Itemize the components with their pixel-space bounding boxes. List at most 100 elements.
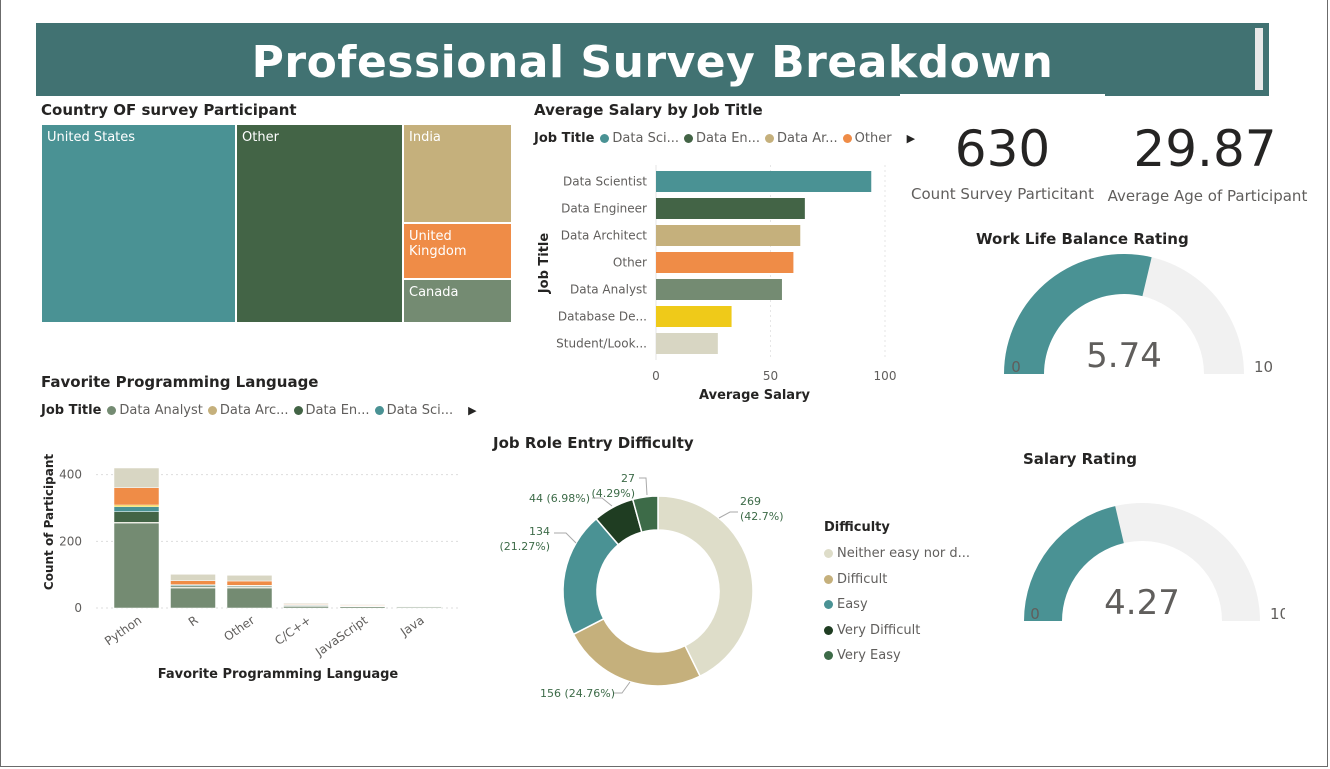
salary-chart-title: Average Salary by Job Title bbox=[534, 101, 763, 119]
legend-dot bbox=[824, 651, 833, 661]
legend-label: Data En... bbox=[305, 403, 370, 418]
treemap-tile-united-states[interactable]: United States bbox=[41, 124, 236, 323]
leader-line bbox=[614, 681, 631, 694]
salary-bar bbox=[656, 279, 782, 300]
difficulty-legend: Difficulty Neither easy nor d... Difficu… bbox=[824, 520, 970, 669]
treemap-tile-united-kingdom[interactable]: United Kingdom bbox=[403, 223, 512, 279]
tile-label: Canada bbox=[409, 285, 459, 300]
salary-legend: Job Title Data Sci... Data En... Data Ar… bbox=[534, 131, 915, 146]
age-kpi-value: 29.87 bbox=[1133, 120, 1277, 178]
legend-title: Job Title bbox=[41, 403, 102, 418]
legend-next-arrow-icon[interactable]: ▶ bbox=[907, 132, 915, 145]
legend-label: Data Analyst bbox=[119, 403, 203, 418]
legend-item[interactable]: Neither easy nor d... bbox=[824, 541, 970, 567]
legend-item[interactable]: Data Ar... bbox=[765, 131, 838, 146]
stacked-bar-segment bbox=[113, 506, 160, 512]
legend-label: Neither easy nor d... bbox=[837, 546, 971, 562]
treemap-tile-canada[interactable]: Canada bbox=[403, 279, 512, 323]
legend-item[interactable]: Difficult bbox=[824, 567, 970, 593]
legend-item[interactable]: Data Sci... bbox=[600, 131, 679, 146]
stacked-bar-segment bbox=[113, 487, 160, 506]
legend-dot bbox=[824, 549, 833, 559]
legend-label: Easy bbox=[837, 597, 868, 613]
stacked-bar-segment bbox=[226, 587, 273, 609]
gauge-value: 5.74 bbox=[1086, 336, 1162, 376]
legend-item[interactable]: Data Analyst bbox=[107, 403, 203, 418]
category-label: Data Engineer bbox=[561, 202, 647, 216]
tile-label: United Kingdom bbox=[409, 229, 467, 259]
legend-label: Very Difficult bbox=[837, 622, 921, 638]
stacked-bar-segment bbox=[170, 587, 216, 609]
category-label: Data Analyst bbox=[570, 283, 647, 297]
legend-item[interactable]: Data Sci... bbox=[374, 403, 454, 418]
language-stacked-bar-chart: 0 200 400 Python R Other C/C++ JavaScript Java Fa… bbox=[42, 454, 461, 682]
leader-line bbox=[554, 532, 577, 544]
legend-dot bbox=[824, 625, 833, 635]
legend-dot bbox=[824, 600, 833, 610]
x-tick-label: 50 bbox=[763, 369, 778, 383]
legend-item[interactable]: Data En... bbox=[293, 403, 370, 418]
count-kpi-value: 630 bbox=[954, 120, 1051, 178]
legend-label: Data En... bbox=[696, 131, 761, 146]
legend-dot bbox=[600, 134, 610, 143]
y-tick-label: 200 bbox=[59, 534, 82, 548]
legend-label: Data Sci... bbox=[612, 131, 680, 146]
legend-item[interactable]: Very Easy bbox=[824, 643, 970, 669]
legend-dot bbox=[684, 134, 694, 143]
legend-dot bbox=[293, 406, 303, 415]
gauge-min-label: 0 bbox=[1030, 605, 1040, 623]
category-label: Data Architect bbox=[561, 229, 648, 243]
data-label: 134 bbox=[529, 525, 550, 538]
data-label: 27 bbox=[621, 472, 635, 485]
leader-line bbox=[639, 477, 648, 496]
banner-scrollbar[interactable] bbox=[1255, 28, 1263, 90]
salary-bar bbox=[656, 198, 805, 219]
stacked-bar-segment bbox=[113, 511, 160, 523]
legend-title: Job Title bbox=[534, 131, 595, 146]
donut-slice bbox=[572, 617, 702, 687]
treemap-tile-other[interactable]: Other bbox=[236, 124, 403, 323]
x-tick-label: C/C++ bbox=[272, 613, 314, 648]
x-tick-label: JavaScript bbox=[312, 613, 370, 660]
legend-label: Difficult bbox=[837, 571, 888, 587]
x-tick-label: Java bbox=[397, 613, 427, 640]
salary-bar bbox=[656, 171, 872, 192]
legend-label: Data Sci... bbox=[386, 403, 454, 418]
category-label: Database De... bbox=[558, 310, 647, 324]
donut-slice bbox=[657, 495, 754, 678]
legend-next-arrow-icon[interactable]: ▶ bbox=[468, 404, 476, 417]
wlb-gauge: 5.74 0 10 bbox=[1004, 254, 1273, 376]
legend-dot bbox=[107, 406, 117, 415]
data-label: 269 bbox=[740, 495, 761, 508]
leader-line bbox=[718, 511, 738, 519]
page-title: Professional Survey Breakdown bbox=[251, 37, 1054, 88]
category-label: Other bbox=[613, 256, 647, 270]
salary-bar bbox=[656, 306, 732, 327]
x-tick-label: R bbox=[186, 613, 201, 629]
legend-item[interactable]: Other bbox=[842, 131, 892, 146]
legend-item[interactable]: Easy bbox=[824, 592, 970, 618]
salary-bar-chart: Data Scientist Data Engineer Data Architec… bbox=[537, 165, 896, 403]
language-legend: Job Title Data Analyst Data Arc... Data … bbox=[41, 403, 477, 418]
legend-dot bbox=[842, 134, 852, 143]
legend-item[interactable]: Data En... bbox=[684, 131, 760, 146]
x-tick-label: Other bbox=[221, 613, 257, 644]
age-kpi-label: Average Age of Participant bbox=[1107, 187, 1308, 205]
country-chart-title: Country OF survey Participant bbox=[41, 101, 297, 119]
legend-dot bbox=[824, 574, 833, 584]
legend-label: Data Ar... bbox=[777, 131, 838, 146]
legend-item[interactable]: Data Arc... bbox=[207, 403, 289, 418]
salary-bar bbox=[656, 225, 801, 246]
x-axis-title: Average Salary bbox=[699, 388, 810, 403]
legend-label: Other bbox=[854, 131, 892, 146]
stacked-bar-segment bbox=[226, 575, 273, 582]
salary-rating-gauge: 4.27 0 10 bbox=[1024, 503, 1285, 623]
legend-label: Data Arc... bbox=[219, 403, 289, 418]
treemap-tile-india[interactable]: India bbox=[403, 124, 512, 223]
tile-label: India bbox=[409, 130, 441, 145]
legend-dot bbox=[765, 134, 775, 143]
legend-dot bbox=[207, 406, 217, 415]
legend-title: Difficulty bbox=[824, 520, 890, 535]
legend-item[interactable]: Very Difficult bbox=[824, 618, 970, 644]
data-label: 44 (6.98%) bbox=[529, 492, 590, 505]
